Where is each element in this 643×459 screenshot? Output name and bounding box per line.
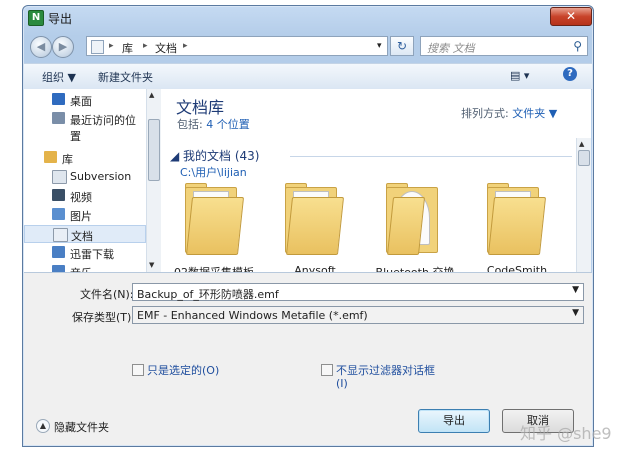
document-icon: [52, 170, 67, 184]
search-input[interactable]: 搜索 文档: [427, 40, 475, 56]
includes-locations-link[interactable]: 4 个位置: [206, 118, 250, 131]
library-title: 文档库: [176, 98, 225, 117]
hide-folders-icon[interactable]: ▲: [36, 419, 50, 433]
sidebar-item-label: 最近访问的位置: [70, 114, 136, 143]
navigation-pane: 桌面 最近访问的位置 库 Subversion 视频 图片 文档 迅雷下载 音乐: [24, 89, 161, 272]
only-selected-label[interactable]: 只是选定的(O): [147, 362, 219, 378]
filename-dropdown-icon[interactable]: ▼: [572, 285, 579, 295]
sidebar-item-label: 视频: [70, 191, 92, 204]
includes-label: 包括:: [177, 118, 207, 131]
recent-places-icon: [52, 112, 65, 124]
arrange-by-dropdown[interactable]: 文件夹 ▼: [512, 107, 557, 120]
filetype-value: EMF - Enhanced Windows Metafile (*.emf): [137, 309, 368, 322]
scroll-up-icon[interactable]: ▲: [579, 140, 584, 148]
breadcrumb-documents[interactable]: 文档: [155, 40, 177, 56]
sidebar-scroll-thumb[interactable]: [148, 119, 160, 181]
sidebar-item-label: 桌面: [70, 95, 92, 108]
back-arrow-icon: ◀: [36, 40, 46, 53]
breadcrumb-sep-icon: ▸: [183, 41, 188, 51]
libraries-icon: [44, 151, 57, 163]
no-filter-dialog-checkbox[interactable]: [321, 364, 333, 376]
help-icon[interactable]: ?: [563, 67, 577, 81]
folder-location-icon: [91, 40, 104, 54]
pictures-icon: [52, 208, 65, 220]
sidebar-item-label: 图片: [70, 210, 92, 223]
content-scroll-thumb[interactable]: [578, 150, 590, 166]
breadcrumb-sep-icon: ▸: [109, 41, 114, 51]
filetype-label: 保存类型(T):: [72, 311, 136, 324]
breadcrumb-libraries[interactable]: 库: [122, 40, 133, 56]
sidebar-item-documents[interactable]: 文档: [24, 225, 146, 243]
refresh-button[interactable]: ↻: [390, 36, 414, 56]
sidebar-scrollbar[interactable]: ▲ ▼: [146, 89, 161, 272]
group-header[interactable]: ◢ 我的文档 (43): [170, 147, 260, 164]
folder-item[interactable]: [283, 183, 345, 263]
sidebar-item-desktop[interactable]: 桌面: [24, 91, 146, 109]
sidebar-item-label: 音乐: [70, 265, 92, 272]
folder-icon: [386, 197, 426, 255]
hide-folders-button[interactable]: 隐藏文件夹: [54, 419, 109, 435]
back-button[interactable]: ◀: [30, 36, 52, 58]
forward-arrow-icon: ▶: [58, 40, 68, 53]
sidebar-item-pictures[interactable]: 图片: [24, 206, 146, 224]
only-selected-checkbox[interactable]: [132, 364, 144, 376]
library-includes: 包括: 4 个位置: [177, 116, 250, 132]
thunder-download-icon: [52, 246, 65, 258]
scroll-down-icon[interactable]: ▼: [149, 261, 154, 269]
view-options-button[interactable]: ▤ ▾: [510, 69, 529, 82]
refresh-icon: ↻: [396, 39, 408, 53]
sidebar-item-libraries[interactable]: 库: [24, 149, 146, 167]
arrange-label: 排列方式:: [461, 107, 513, 120]
no-filter-dialog-label[interactable]: 不显示过滤器对话框: [336, 362, 435, 378]
breadcrumb-sep-icon: ▸: [143, 41, 148, 51]
filetype-dropdown-icon[interactable]: ▼: [572, 308, 579, 318]
watermark-text: 知乎 @she9: [520, 424, 612, 443]
music-icon: [52, 265, 65, 272]
documents-icon: [53, 228, 68, 242]
folder-icon: [285, 197, 345, 255]
sidebar-item-subversion[interactable]: Subversion: [24, 168, 146, 186]
folder-item[interactable]: [183, 183, 245, 263]
organize-menu[interactable]: 组织 ▼: [42, 69, 76, 85]
address-dropdown-icon[interactable]: ▾: [377, 41, 382, 51]
address-bar[interactable]: ▸ 库 ▸ 文档 ▸ ▾: [86, 36, 388, 56]
content-scrollbar[interactable]: ▲: [576, 138, 591, 272]
sidebar-item-music[interactable]: 音乐: [24, 263, 146, 272]
window-title: 导出: [48, 12, 73, 26]
folder-item[interactable]: [384, 183, 446, 263]
forward-button[interactable]: ▶: [52, 36, 74, 58]
group-path: C:\用户\lijian: [180, 166, 247, 179]
video-icon: [52, 189, 65, 201]
arrange-by: 排列方式: 文件夹 ▼: [461, 105, 557, 121]
sidebar-item-label: 文档: [71, 230, 93, 243]
new-folder-button[interactable]: 新建文件夹: [98, 69, 153, 85]
close-button[interactable]: ✕: [550, 7, 592, 26]
folder-icon: [487, 197, 547, 255]
search-box[interactable]: 搜索 文档 ⚲: [420, 36, 588, 56]
no-filter-dialog-label-line2[interactable]: (I): [336, 377, 348, 390]
folder-item[interactable]: [485, 183, 547, 263]
filetype-select[interactable]: EMF - Enhanced Windows Metafile (*.emf) …: [132, 306, 584, 324]
folder-icon: [185, 197, 245, 255]
sidebar-item-label: 迅雷下载: [70, 248, 114, 261]
scroll-up-icon[interactable]: ▲: [149, 91, 154, 99]
app-icon: N: [28, 10, 44, 26]
sidebar-item-label: Subversion: [70, 170, 132, 183]
filename-field[interactable]: Backup_of_环形防喷器.emf ▼: [132, 283, 584, 301]
group-divider: [290, 156, 572, 157]
desktop-icon: [52, 93, 65, 105]
filename-label: 文件名(N):: [80, 288, 134, 301]
sidebar-item-recent[interactable]: 最近访问的位置: [24, 110, 146, 143]
sidebar-item-video[interactable]: 视频: [24, 187, 146, 205]
filename-value: Backup_of_环形防喷器.emf: [137, 288, 279, 301]
export-button[interactable]: 导出: [418, 409, 490, 433]
search-icon[interactable]: ⚲: [573, 39, 582, 53]
sidebar-item-thunder[interactable]: 迅雷下载: [24, 244, 146, 262]
sidebar-item-label: 库: [62, 153, 73, 166]
